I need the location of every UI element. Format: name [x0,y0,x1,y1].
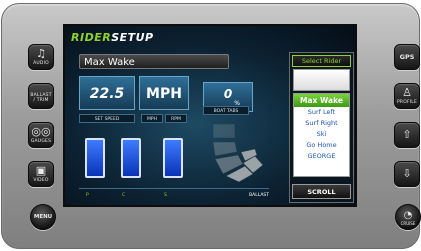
center-label: C [122,193,126,198]
display-screen: RIDERSETUP Max Wake 22.5 MPH 0 % SET SPE… [63,24,357,207]
ballast-center-bar[interactable] [121,138,141,178]
rider-list-blank [293,69,350,91]
ballast-legend: P C S BALLAST [79,192,269,200]
select-rider-panel: Select Rider Max Wake Surf Left Surf Rig… [289,52,354,203]
ballast-trim-button[interactable]: BALLAST / TRIM [28,83,54,109]
rpm-unit-toggle[interactable]: RPM [165,114,187,123]
rider-option[interactable]: Ski [294,129,349,140]
rider-option[interactable]: Surf Right [294,118,349,129]
person-icon: ♙ [402,86,412,99]
gauge-icon: ◎◎ [31,125,51,138]
arrow-up-icon: ⇧ [402,128,412,141]
profile-button[interactable]: ♙ PROFILE [394,83,420,109]
video-camera-icon: ▣ [35,164,47,177]
speed-unit-value[interactable]: MPH [139,76,189,110]
set-speed-value[interactable]: 22.5 [79,76,135,110]
set-speed-label: SET SPEED [79,114,135,123]
scroll-button[interactable]: SCROLL [292,184,351,199]
ballast-label: BALLAST [249,193,269,198]
arrow-down-icon: ⇩ [402,167,412,180]
rider-option[interactable]: GEORGE [294,151,349,162]
rider-option-selected[interactable]: Max Wake [294,94,349,107]
scroll-down-button[interactable]: ⇩ [394,161,420,187]
boat-tabs-gauge [212,123,264,182]
app-brand: RIDERSETUP [71,31,154,44]
gauges-button[interactable]: ◎◎ GAUGES [28,122,54,148]
gps-button[interactable]: GPS [394,44,420,70]
cruise-button[interactable]: ◔ CRUISE [395,204,421,230]
select-rider-header: Select Rider [292,55,351,67]
rider-name-field[interactable]: Max Wake [79,54,229,69]
scroll-up-button[interactable]: ⇧ [394,122,420,148]
menu-button[interactable]: MENU [30,204,56,230]
ballast-starboard-bar[interactable] [163,138,183,178]
mph-unit-toggle[interactable]: MPH [141,114,163,123]
video-button[interactable]: ▣ VIDEO [28,161,54,187]
music-note-icon: ♫ [36,47,46,60]
rider-option[interactable]: Surf Left [294,107,349,118]
ballast-port-bar[interactable] [85,138,105,178]
boat-tabs-label: BOAT TABS [203,106,249,115]
audio-button[interactable]: ♫ AUDIO [28,44,54,70]
rider-list[interactable]: Max Wake Surf Left Surf Right Ski Go Hom… [293,93,350,177]
starboard-label: S [164,193,167,198]
port-label: P [86,193,89,198]
divider [79,188,269,189]
rider-option[interactable]: Go Home [294,140,349,151]
